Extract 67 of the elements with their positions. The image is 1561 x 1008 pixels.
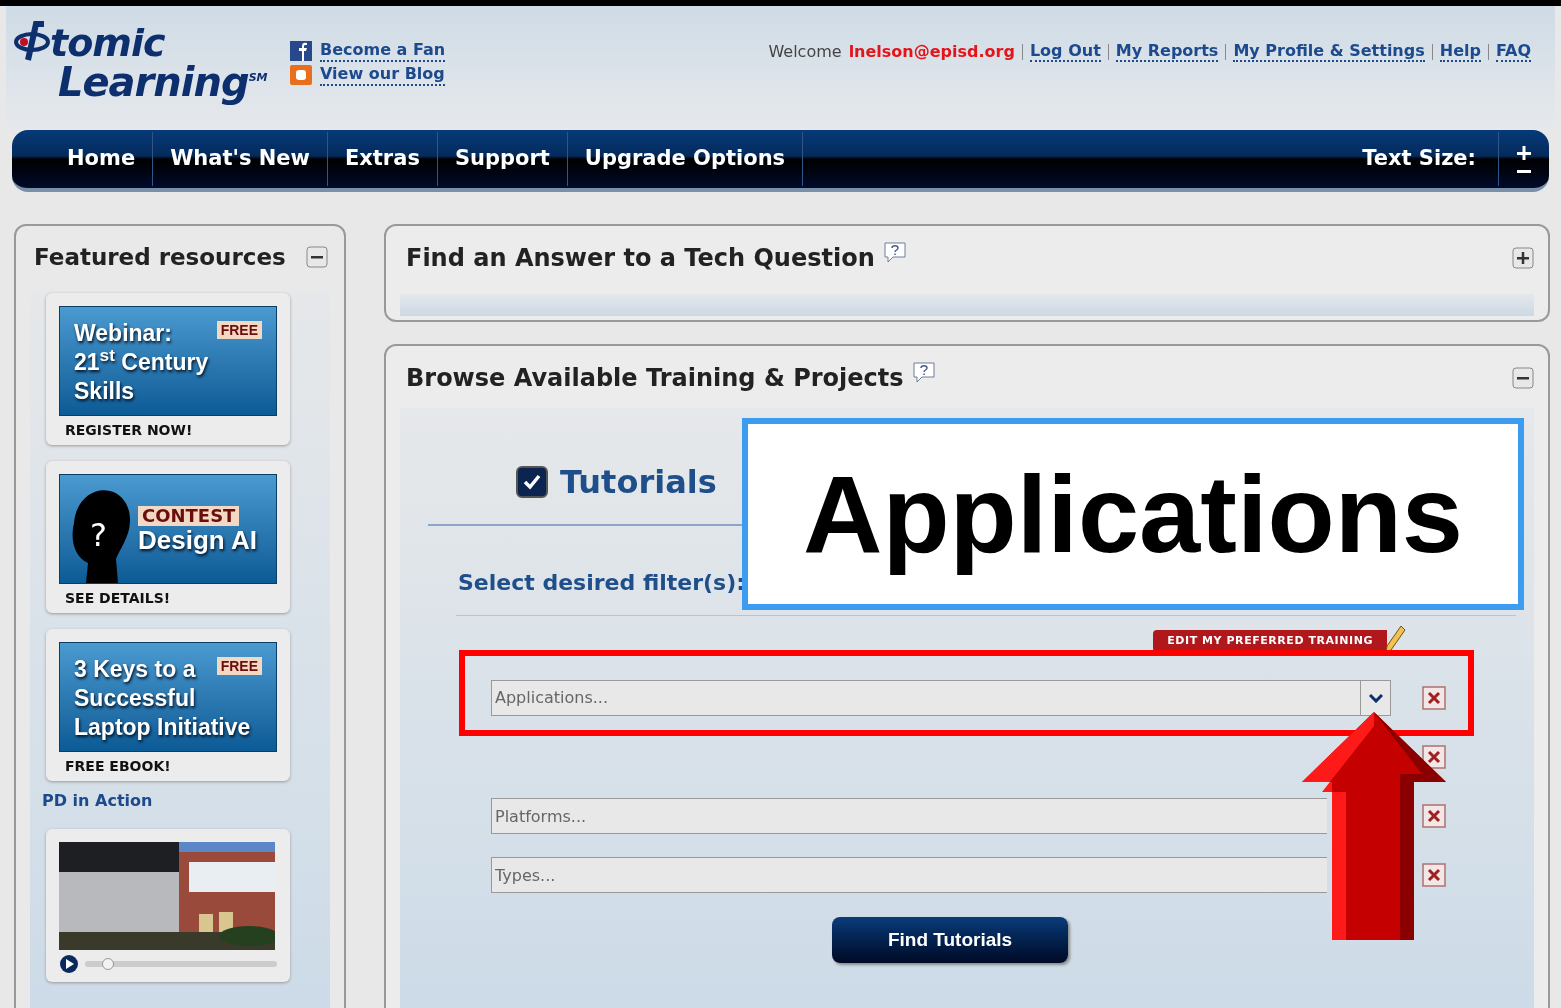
card-caption[interactable]: SEE DETAILS! <box>65 587 277 609</box>
expand-icon[interactable] <box>1512 247 1534 269</box>
callout-text: Applications <box>802 451 1464 578</box>
nav-item[interactable]: Support <box>437 143 567 175</box>
text-size-label: Text Size: <box>1362 145 1476 173</box>
banner-text: 3 Keys to a <box>74 655 196 684</box>
remove-icon[interactable] <box>1422 863 1446 887</box>
panel-title: Browse Available Training & Projects <box>406 363 904 394</box>
filter-field[interactable]: Types... <box>491 857 1327 893</box>
seek-thumb[interactable] <box>102 957 115 970</box>
chevron-down-icon <box>1368 693 1383 703</box>
badge: CONTEST <box>138 506 240 526</box>
remove-icon[interactable] <box>1422 686 1446 710</box>
nav-item[interactable]: Upgrade Options <box>567 143 803 175</box>
badge: FREE <box>216 321 262 339</box>
header-link[interactable]: Help <box>1439 42 1481 62</box>
social-link[interactable]: View our Blog <box>320 64 445 86</box>
dropdown-field[interactable]: Applications... <box>491 680 1391 716</box>
placeholder: Applications... <box>495 687 608 709</box>
banner-text: Design AI <box>138 526 257 555</box>
remove-icon[interactable] <box>1422 745 1446 769</box>
tab-label[interactable]: Tutorials <box>560 458 717 506</box>
nav-item[interactable]: Extras <box>327 143 437 175</box>
help-icon[interactable] <box>882 241 907 263</box>
badge: FREE <box>216 657 262 675</box>
header-link[interactable]: My Profile & Settings <box>1233 42 1425 62</box>
collapse-icon[interactable] <box>1512 367 1534 389</box>
nav-item[interactable]: Home <box>50 143 153 175</box>
blog-icon <box>290 65 312 85</box>
remove-icon[interactable] <box>1422 804 1446 828</box>
card-caption[interactable]: FREE EBOOK! <box>65 755 277 777</box>
check-icon <box>522 472 542 492</box>
banner-text: Laptop Initiative <box>74 713 251 742</box>
increase-text-icon[interactable] <box>1517 145 1531 160</box>
banner-text: Webinar: <box>74 319 172 348</box>
welcome-text: Welcome <box>768 41 842 63</box>
arrow-icon <box>1302 712 1446 940</box>
banner-text: 21$^{st}$ Century <box>74 348 209 377</box>
banner-text: Successful <box>74 684 196 713</box>
resource-card[interactable]: ? CONTEST Design AI SEE DETAILS! <box>46 460 290 613</box>
decrease-text-icon[interactable] <box>1517 169 1531 173</box>
panel-title: Find an Answer to a Tech Question <box>406 243 875 274</box>
tutorials-checkbox[interactable] <box>516 466 548 498</box>
facebook-icon <box>290 41 312 61</box>
resource-card[interactable]: Webinar: FREE 21$^{st}$ Century Skills REGISTER NOW! <box>46 292 290 445</box>
edit-preferred-training-button[interactable]: EDIT MY PREFERRED TRAINING <box>1153 630 1387 652</box>
header-link[interactable]: Log Out <box>1029 42 1101 62</box>
filter-field[interactable]: Platforms... <box>491 798 1327 834</box>
resource-card[interactable]: 3 Keys to a FREE Successful Laptop Initiative FREE EBOOK! <box>46 628 290 781</box>
social-link[interactable]: Become a Fan <box>320 40 446 62</box>
card-caption[interactable]: REGISTER NOW! <box>65 419 277 441</box>
header-link[interactable]: My Reports <box>1115 42 1219 62</box>
atom-icon <box>14 20 50 62</box>
help-icon[interactable] <box>911 361 936 383</box>
user-email: lnelson@episd.org <box>848 41 1015 63</box>
question-mark: ? <box>90 514 107 556</box>
play-icon[interactable] <box>59 953 79 974</box>
banner-text: Skills <box>74 377 135 406</box>
sidebar-title: Featured resources <box>34 243 286 272</box>
filter-label: Select desired filter(s): <box>458 569 747 597</box>
header-link[interactable]: FAQ <box>1495 42 1531 62</box>
collapse-icon[interactable] <box>306 246 328 269</box>
nav-item[interactable]: What's New <box>153 143 327 175</box>
logo-text: tomic <box>50 24 165 62</box>
service-mark: SM <box>248 72 268 83</box>
find-tutorials-button[interactable]: Find Tutorials <box>832 917 1068 963</box>
section-link[interactable]: PD in Action <box>42 788 330 813</box>
